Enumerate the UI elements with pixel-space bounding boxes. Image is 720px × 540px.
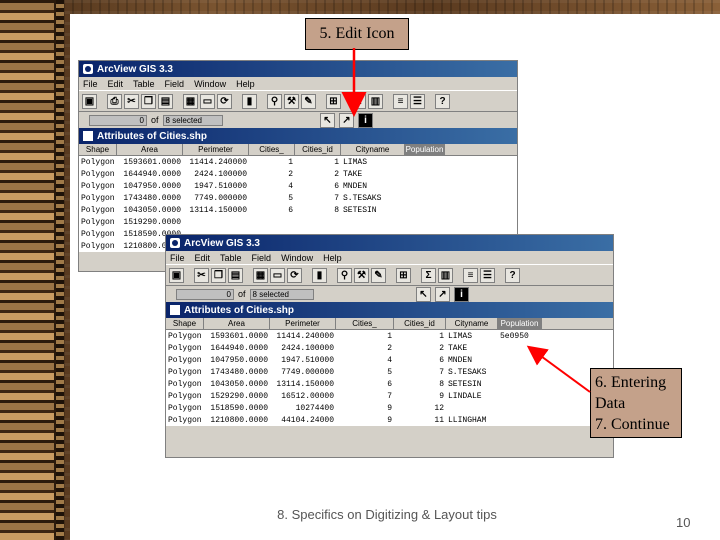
arrow-overlay	[341, 48, 591, 393]
slide-footer: 8. Specifics on Digitizing & Layout tips	[277, 507, 497, 522]
page-number: 10	[676, 515, 691, 530]
arrow-to-population-cell	[526, 345, 591, 393]
